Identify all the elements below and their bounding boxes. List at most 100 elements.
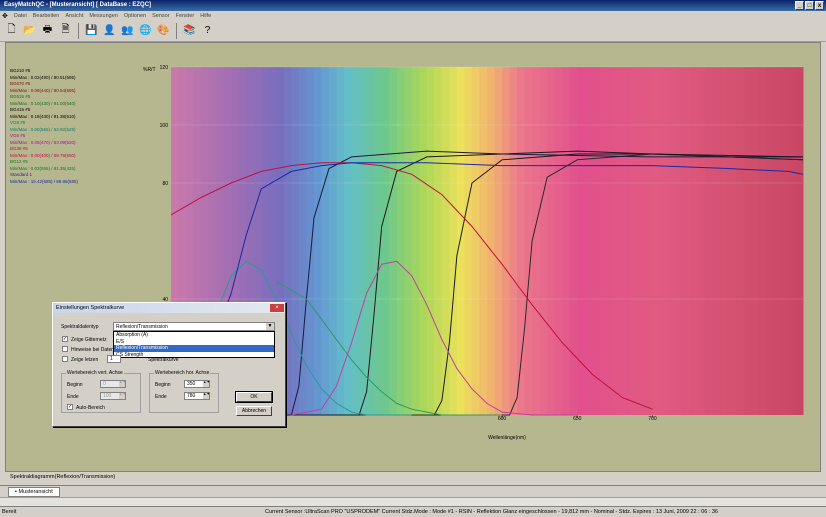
last-count-field[interactable]: 1 xyxy=(107,355,121,363)
spectrum-band xyxy=(502,67,511,415)
app-menu-icon[interactable]: ✥ xyxy=(2,12,8,20)
new-file-icon[interactable]: 🗋 xyxy=(4,23,19,38)
spin-arrows-icon: ▲▼ xyxy=(119,392,126,399)
minimize-button[interactable]: _ xyxy=(795,1,804,10)
toolbar-separator xyxy=(176,22,177,39)
spectrum-band xyxy=(742,67,751,415)
spin-arrows-icon[interactable]: ▲▼ xyxy=(203,380,210,387)
vert-end-field: 100 ▲▼ xyxy=(100,392,126,400)
spectrum-band xyxy=(336,67,345,415)
vert-begin-value: 0 xyxy=(103,381,106,387)
y-tick-label: 100 xyxy=(160,123,169,129)
menu-messungen[interactable]: Messungen xyxy=(89,13,117,19)
close-button[interactable]: x xyxy=(815,1,824,10)
window-title: EasyMatchQC - [Musteransicht] [ DataBase… xyxy=(4,2,152,8)
spectrum-band xyxy=(426,67,435,415)
spectrum-band xyxy=(411,67,420,415)
hints-checkbox[interactable] xyxy=(62,346,68,352)
menu-hilfe[interactable]: Hilfe xyxy=(200,13,211,19)
user-icon[interactable]: 👤 xyxy=(102,23,117,38)
users-icon[interactable]: 👥 xyxy=(120,23,135,38)
spectrum-band xyxy=(780,67,789,415)
horizontal-range-title: Wertebereich hor. Achse xyxy=(154,370,211,376)
chart-legend: BG210 #5 Min/Max : 0.02(490) / 90.51(595)… xyxy=(10,68,78,185)
spectrum-band xyxy=(765,67,774,415)
spectrum-band xyxy=(705,67,714,415)
spectrum-band xyxy=(464,67,473,415)
standard-icon[interactable]: 🌐 xyxy=(138,23,153,38)
open-folder-icon[interactable]: 📂 xyxy=(22,23,37,38)
dialog-close-icon[interactable]: × xyxy=(270,304,284,312)
x-tick-label: 700 xyxy=(648,416,657,422)
show-grid-checkbox[interactable]: ✓ xyxy=(62,336,68,342)
spectrum-band xyxy=(298,67,307,415)
menu-bearbeiten[interactable]: Bearbeiten xyxy=(33,13,60,19)
data-type-dropdown-list: Absorption (A) E/S Reflexion/Transmissio… xyxy=(113,331,275,358)
hor-begin-value: 350 xyxy=(187,381,196,387)
print-icon[interactable]: 🖶 xyxy=(40,23,55,38)
window-titlebar: EasyMatchQC - [Musteransicht] [ DataBase… xyxy=(0,0,826,11)
sample-icon[interactable]: 🎨 xyxy=(156,23,171,38)
spectrum-band xyxy=(697,67,706,415)
spectrum-band xyxy=(562,67,571,415)
spin-arrows-icon: ▲▼ xyxy=(119,380,126,387)
spectrum-band xyxy=(660,67,669,415)
vertical-range-group: Wertebereich vert. Achse Beginn 0 ▲▼ Ende… xyxy=(61,370,141,413)
show-last-checkbox[interactable] xyxy=(62,356,68,362)
spectrum-band xyxy=(757,67,766,415)
vert-end-label: Ende xyxy=(67,394,79,400)
horizontal-scrollbar[interactable] xyxy=(0,497,826,506)
hor-end-field[interactable]: 780 ▲▼ xyxy=(184,392,210,400)
status-bar: Bereit Current Sensor :UltraScan PRO "US… xyxy=(0,506,826,516)
spectrum-band xyxy=(682,67,691,415)
spin-arrows-icon[interactable]: ▲▼ xyxy=(203,392,210,399)
show-last-label: Zeige letzen xyxy=(71,357,99,363)
vert-begin-field: 0 ▲▼ xyxy=(100,380,126,388)
spectrum-band xyxy=(321,67,330,415)
chevron-down-icon[interactable]: ▼ xyxy=(266,323,274,330)
spectrum-band xyxy=(441,67,450,415)
spectrum-band xyxy=(532,67,541,415)
spectrum-band xyxy=(366,67,375,415)
hor-begin-label: Beginn xyxy=(155,382,171,388)
show-grid-label: Zeige Gitternetz xyxy=(71,337,107,343)
spectrum-band xyxy=(456,67,465,415)
ok-button[interactable]: OK xyxy=(235,391,273,403)
auto-range-checkbox[interactable]: ✓ xyxy=(67,404,73,410)
legend-entry-value: Min/Max : 15.42(585) / 88.86(585) xyxy=(10,178,79,184)
spectrum-band xyxy=(599,67,608,415)
help-icon[interactable]: ? xyxy=(200,23,215,38)
menu-datei[interactable]: Datei xyxy=(14,13,27,19)
hor-begin-field[interactable]: 350 ▲▼ xyxy=(184,380,210,388)
status-ready: Bereit xyxy=(2,509,17,515)
vertical-range-title: Wertebereich vert. Achse xyxy=(66,370,124,376)
cancel-button[interactable]: Abbrechen xyxy=(236,406,272,416)
menu-ansicht[interactable]: Ansicht xyxy=(65,13,83,19)
option-cs-strength[interactable]: CS Strength xyxy=(114,352,274,359)
x-tick-label: 650 xyxy=(573,416,582,422)
menu-sensor[interactable]: Sensor xyxy=(152,13,169,19)
maximize-button[interactable]: □ xyxy=(805,1,814,10)
data-type-label: Spektraldatentyp xyxy=(61,324,99,330)
save-icon[interactable]: 💾 xyxy=(84,23,99,38)
spectrum-band xyxy=(584,67,593,415)
y-axis-label: %R/T xyxy=(143,67,156,73)
menu-optionen[interactable]: Optionen xyxy=(124,13,146,19)
print-preview-icon[interactable]: 🗎 xyxy=(58,23,73,38)
tab-musteransicht[interactable]: ▪ Musteransicht xyxy=(8,487,60,497)
database-icon[interactable]: 📚 xyxy=(182,23,197,38)
spectrum-band xyxy=(539,67,548,415)
spectrum-band xyxy=(306,67,315,415)
spectrum-band xyxy=(396,67,405,415)
data-type-select[interactable]: Reflexion/Transmission ▼ xyxy=(113,322,275,331)
spectrum-band xyxy=(329,67,338,415)
spectrum-band xyxy=(592,67,601,415)
chart-caption: Spektraldiagramm(Reflexion/Transmission) xyxy=(10,474,116,480)
spectrum-band xyxy=(509,67,518,415)
menu-fenster[interactable]: Fenster xyxy=(176,13,195,19)
spectrum-band xyxy=(351,67,360,415)
spectrum-band xyxy=(313,67,322,415)
spectrum-band xyxy=(727,67,736,415)
spectrum-band xyxy=(471,67,480,415)
toolbar-separator xyxy=(78,22,79,39)
